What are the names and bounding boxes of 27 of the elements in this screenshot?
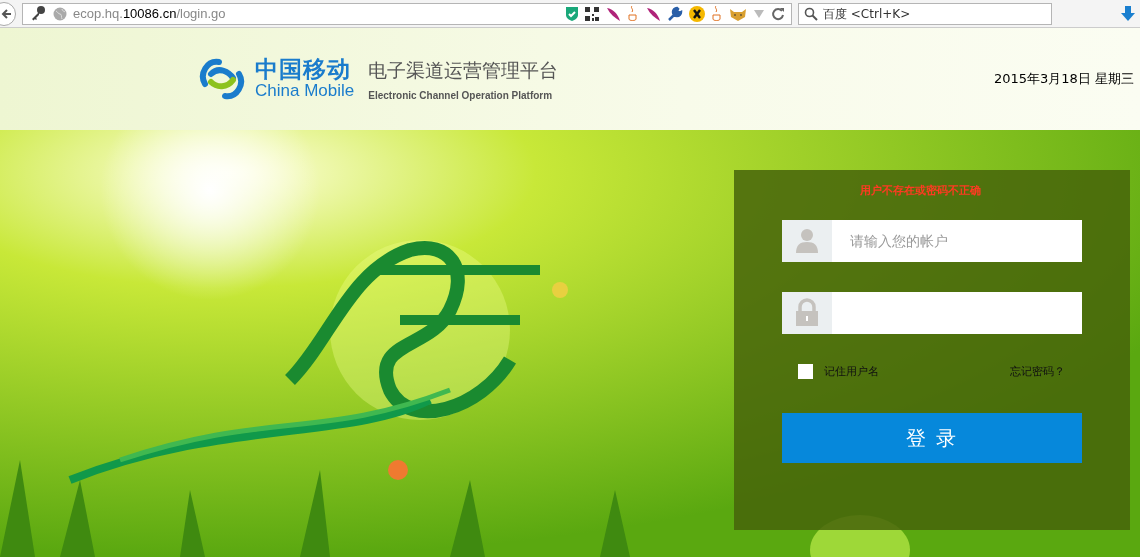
user-icon xyxy=(782,220,832,262)
remember-checkbox[interactable] xyxy=(798,364,813,379)
qr-code-icon[interactable] xyxy=(585,6,599,21)
forgot-password-link[interactable]: 忘记密码？ xyxy=(1010,364,1065,379)
url-text: ecop.hq.10086.cn/login.go xyxy=(73,6,226,21)
download-icon[interactable] xyxy=(1120,4,1136,23)
remember-label: 记住用户名 xyxy=(824,364,879,379)
password-field[interactable] xyxy=(832,292,1082,334)
username-field[interactable]: 请输入您的帐户 xyxy=(832,220,1082,262)
search-field[interactable]: 百度 <Ctrl+K> xyxy=(798,2,1052,25)
wrench-icon[interactable] xyxy=(667,5,683,22)
x-badge-icon[interactable] xyxy=(689,5,705,22)
logo-text: 中国移动 xyxy=(255,57,352,83)
logo-text: China Mobile xyxy=(255,82,355,101)
date-text: 2015年3月18日 星期三 xyxy=(993,70,1134,88)
reload-icon[interactable] xyxy=(771,6,785,21)
platform-subtitle: Electronic Channel Operation Platform xyxy=(368,89,554,101)
error-message: 用户不存在或密码不正确 xyxy=(859,183,981,198)
lock-icon xyxy=(782,292,832,334)
globe-icon xyxy=(53,6,67,21)
feather-icon[interactable] xyxy=(605,5,621,22)
shield-icon[interactable] xyxy=(565,5,579,22)
platform-title: 电子渠道运营管理平台 xyxy=(368,57,559,83)
search-icon xyxy=(804,6,818,21)
feather-icon[interactable] xyxy=(645,5,661,22)
login-button[interactable]: 登 录 xyxy=(782,413,1082,463)
address-bar[interactable]: ecop.hq.10086.cn/login.go xyxy=(22,2,792,25)
